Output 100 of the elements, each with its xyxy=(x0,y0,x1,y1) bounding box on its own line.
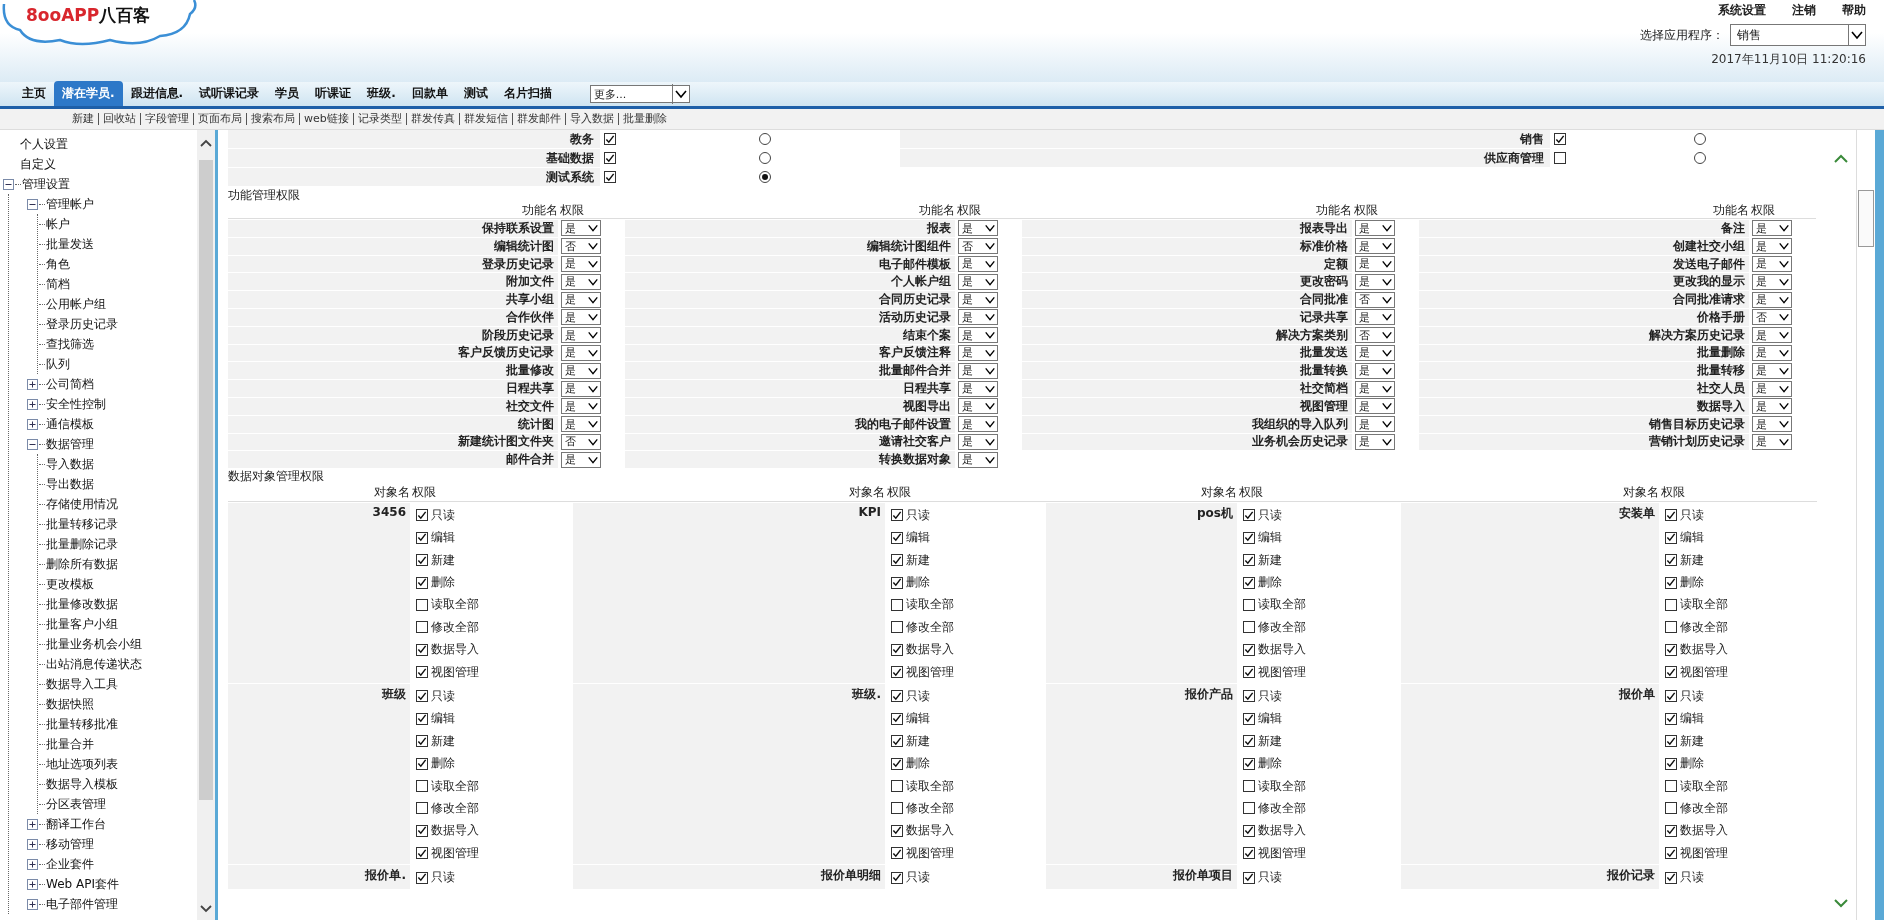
expand-icon[interactable] xyxy=(27,418,38,430)
permission-select[interactable]: 是 xyxy=(958,451,998,468)
tree-item[interactable]: 企业套件 xyxy=(46,855,94,873)
checkbox[interactable] xyxy=(1554,133,1566,145)
checkbox[interactable] xyxy=(1665,690,1677,703)
checkbox[interactable] xyxy=(1243,757,1255,770)
tree-item[interactable]: 批量业务机会小组 xyxy=(46,635,142,653)
checkbox[interactable] xyxy=(891,802,903,815)
toolbar-link[interactable]: 群发短信 xyxy=(458,113,512,125)
toolbar-link[interactable]: 记录类型 xyxy=(352,113,406,125)
checkbox[interactable] xyxy=(1243,598,1255,611)
tree-item[interactable]: 移动管理 xyxy=(46,835,94,853)
checkbox[interactable] xyxy=(1665,712,1677,725)
toolbar-link[interactable]: 批量删除 xyxy=(617,113,671,125)
checkbox[interactable] xyxy=(604,171,616,183)
permission-select[interactable]: 是 xyxy=(1355,238,1395,255)
tree-item[interactable]: 公用帐户组 xyxy=(46,295,106,313)
permission-select[interactable]: 是 xyxy=(561,273,601,290)
checkbox[interactable] xyxy=(1665,824,1677,837)
scroll-down-icon[interactable] xyxy=(200,904,212,914)
permission-select[interactable]: 是 xyxy=(561,291,601,308)
permission-select[interactable]: 是 xyxy=(1752,273,1792,290)
page-scrollbar[interactable] xyxy=(1856,130,1875,920)
permission-select[interactable]: 否 xyxy=(1752,309,1792,326)
permission-select[interactable]: 是 xyxy=(958,344,998,361)
checkbox[interactable] xyxy=(1665,780,1677,793)
permission-select[interactable]: 是 xyxy=(1752,220,1792,237)
permission-select[interactable]: 是 xyxy=(1355,433,1395,450)
checkbox[interactable] xyxy=(891,554,903,567)
checkbox[interactable] xyxy=(1665,643,1677,656)
checkbox[interactable] xyxy=(1243,554,1255,567)
permission-select[interactable]: 是 xyxy=(1355,273,1395,290)
nav-tab[interactable]: 跟进信息. xyxy=(122,81,192,106)
checkbox[interactable] xyxy=(1665,576,1677,589)
sidebar-scrollbar[interactable] xyxy=(197,130,215,920)
checkbox[interactable] xyxy=(1665,554,1677,567)
checkbox[interactable] xyxy=(1243,735,1255,748)
permission-select[interactable]: 是 xyxy=(561,220,601,237)
checkbox[interactable] xyxy=(891,621,903,634)
permission-select[interactable]: 是 xyxy=(1752,433,1792,450)
checkbox[interactable] xyxy=(1243,576,1255,589)
permission-select[interactable]: 是 xyxy=(958,291,998,308)
checkbox[interactable] xyxy=(1243,824,1255,837)
tree-item[interactable]: 导入数据 xyxy=(46,455,94,473)
scroll-up-icon[interactable] xyxy=(200,138,212,148)
checkbox[interactable] xyxy=(891,643,903,656)
checkbox[interactable] xyxy=(891,757,903,770)
nav-tab[interactable]: 潜在学员. xyxy=(54,81,123,106)
permission-select[interactable]: 否 xyxy=(1355,327,1395,344)
checkbox[interactable] xyxy=(1243,802,1255,815)
permission-select[interactable]: 是 xyxy=(561,451,601,468)
permission-select[interactable]: 是 xyxy=(561,398,601,415)
checkbox[interactable] xyxy=(416,621,428,634)
checkbox[interactable] xyxy=(1665,802,1677,815)
checkbox[interactable] xyxy=(891,576,903,589)
permission-select[interactable]: 是 xyxy=(1355,344,1395,361)
checkbox[interactable] xyxy=(1243,621,1255,634)
checkbox[interactable] xyxy=(1554,152,1566,164)
tree-item[interactable]: 导出数据 xyxy=(46,475,94,493)
checkbox[interactable] xyxy=(891,824,903,837)
nav-tab[interactable]: 名片扫描 xyxy=(495,81,560,106)
permission-select[interactable]: 是 xyxy=(1752,256,1792,272)
tree-item[interactable]: 登录历史记录 xyxy=(46,315,118,333)
checkbox[interactable] xyxy=(416,690,428,703)
nav-tab[interactable]: 试听课记录 xyxy=(191,81,268,106)
expand-icon[interactable] xyxy=(27,878,38,890)
expand-icon[interactable] xyxy=(27,858,38,870)
nav-tab[interactable]: 班级. xyxy=(359,81,404,106)
scroll-up-icon[interactable] xyxy=(1834,154,1848,164)
checkbox[interactable] xyxy=(1243,531,1255,544)
permission-select[interactable]: 否 xyxy=(561,238,601,255)
nav-tab[interactable]: 主页 xyxy=(14,81,54,106)
toolbar-link[interactable]: 群发传真 xyxy=(405,113,459,125)
tree-item[interactable]: 管理帐户 xyxy=(46,195,94,213)
checkbox[interactable] xyxy=(891,690,903,703)
expand-icon[interactable] xyxy=(27,378,38,390)
permission-select[interactable]: 否 xyxy=(1355,291,1395,308)
tree-item[interactable]: 自定义 xyxy=(20,155,56,173)
tree-item[interactable]: 队列 xyxy=(46,355,70,373)
permission-select[interactable]: 是 xyxy=(958,309,998,326)
toolbar-link[interactable]: 群发邮件 xyxy=(511,113,565,125)
tree-item[interactable]: 通信模板 xyxy=(46,415,94,433)
permission-select[interactable]: 是 xyxy=(1752,291,1792,308)
permission-select[interactable]: 是 xyxy=(561,327,601,344)
tree-item[interactable]: 批量删除记录 xyxy=(46,535,118,553)
tree-item[interactable]: 删除所有数据 xyxy=(46,555,118,573)
checkbox[interactable] xyxy=(1243,690,1255,703)
checkbox[interactable] xyxy=(891,598,903,611)
nav-tab[interactable]: 回款单 xyxy=(403,81,456,106)
permission-select[interactable]: 是 xyxy=(1355,220,1395,237)
tree-item[interactable]: 批量转移记录 xyxy=(46,515,118,533)
permission-select[interactable]: 是 xyxy=(1752,362,1792,379)
toolbar-link[interactable]: web链接 xyxy=(299,113,353,125)
expand-icon[interactable] xyxy=(27,898,38,910)
checkbox[interactable] xyxy=(604,152,616,164)
checkbox[interactable] xyxy=(416,780,428,793)
permission-select[interactable]: 是 xyxy=(561,416,601,433)
checkbox[interactable] xyxy=(891,780,903,793)
permission-select[interactable]: 是 xyxy=(1355,416,1395,433)
toolbar-link[interactable]: 页面布局 xyxy=(193,113,246,125)
